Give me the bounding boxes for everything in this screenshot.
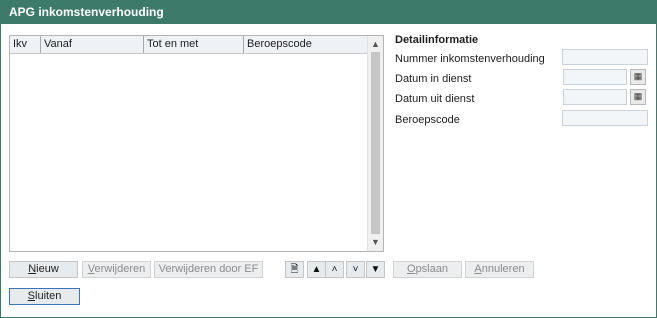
label-nummer-inkomstenverhouding: Nummer inkomstenverhouding <box>395 53 545 65</box>
sluiten-mnemonic: S <box>27 290 36 302</box>
datum-uit-dienst-field[interactable] <box>563 89 627 105</box>
column-header-ikv[interactable]: Ikv <box>10 36 41 53</box>
column-header-beroepscode[interactable]: Beroepscode <box>244 36 368 53</box>
table-header: Ikv Vanaf Tot en met Beroepscode <box>10 36 368 54</box>
nieuw-mnemonic: N <box>28 263 37 275</box>
verwijderen-label: erwijderen <box>94 263 146 275</box>
double-up-icon[interactable]: ▲︎ <box>307 261 326 278</box>
label-beroepscode: Beroepscode <box>395 114 460 126</box>
down-icon[interactable]: ˅ <box>346 261 365 278</box>
scroll-thumb[interactable] <box>371 52 380 234</box>
window-title: APG inkomstenverhouding <box>9 5 164 19</box>
beroepscode-field[interactable] <box>562 110 648 126</box>
ikv-table[interactable]: Ikv Vanaf Tot en met Beroepscode ▲ ▼ <box>9 35 384 252</box>
scroll-up-icon[interactable]: ▲ <box>368 37 383 52</box>
label-datum-uit-dienst: Datum uit dienst <box>395 93 475 105</box>
nummer-inkomstenverhouding-field[interactable] <box>562 49 648 65</box>
datum-in-dienst-field[interactable] <box>563 69 627 85</box>
dialog-window: APG inkomstenverhouding Ikv Vanaf Tot en… <box>0 0 657 318</box>
annuleren-mnemonic: A <box>474 263 482 275</box>
opslaan-label: pslaan <box>415 263 448 275</box>
opslaan-mnemonic: O <box>407 263 416 275</box>
annuleren-button[interactable]: Annuleren <box>465 261 534 278</box>
scroll-down-icon[interactable]: ▼ <box>368 235 383 250</box>
table-scrollbar[interactable]: ▲ ▼ <box>367 36 383 251</box>
new-document-icon[interactable]: 🗎 <box>285 261 304 278</box>
up-icon[interactable]: ˄ <box>325 261 344 278</box>
opslaan-button[interactable]: Opslaan <box>393 261 462 278</box>
title-bar: APG inkomstenverhouding <box>1 1 656 24</box>
double-down-icon[interactable]: ▼︎ <box>366 261 385 278</box>
sluiten-button[interactable]: Sluiten <box>9 288 80 305</box>
nieuw-label: ieuw <box>36 263 59 275</box>
nieuw-button[interactable]: Nieuw <box>9 261 78 278</box>
label-datum-in-dienst: Datum in dienst <box>395 73 472 85</box>
calendar-icon[interactable]: ▦ <box>630 89 646 105</box>
detail-heading: Detailinformatie <box>395 34 479 46</box>
verwijderen-button[interactable]: Verwijderen <box>82 261 151 278</box>
sluiten-label: luiten <box>35 290 62 302</box>
annuleren-label: nnuleren <box>481 263 525 275</box>
column-header-vanaf[interactable]: Vanaf <box>41 36 144 53</box>
calendar-icon[interactable]: ▦ <box>630 69 646 85</box>
verwijderen-door-ef-button[interactable]: Verwijderen door EF <box>154 261 263 278</box>
column-header-tot-en-met[interactable]: Tot en met <box>144 36 244 53</box>
